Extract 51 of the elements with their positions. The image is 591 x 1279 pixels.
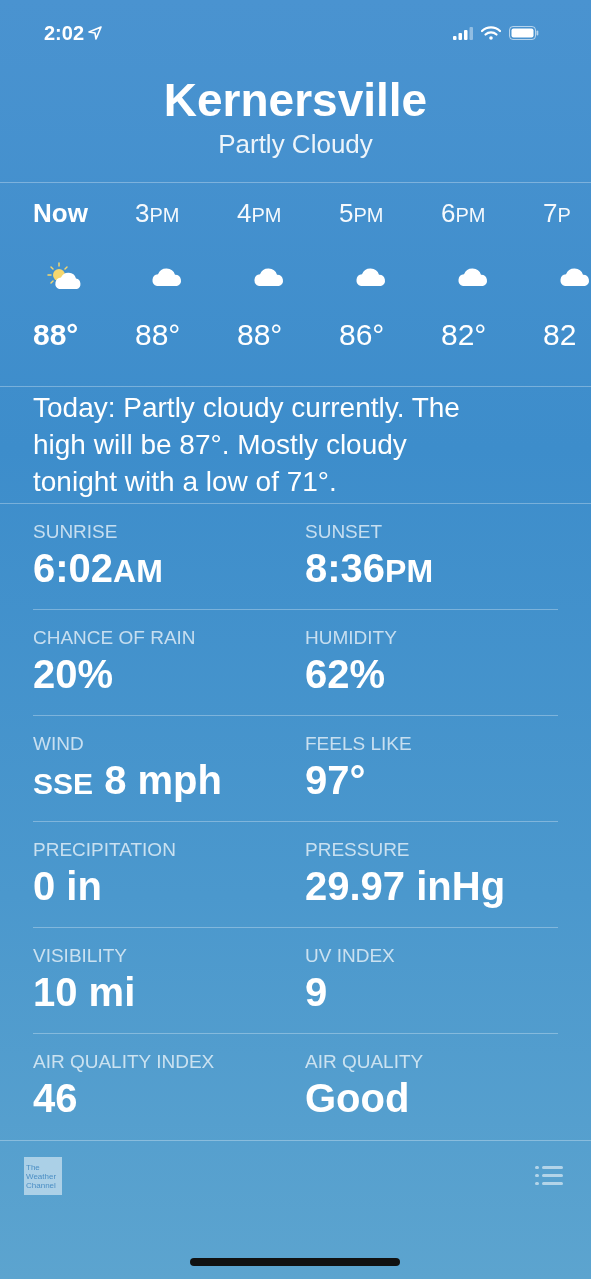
weather-channel-logo[interactable]: The Weather Channel [24, 1157, 62, 1195]
detail-label: HUMIDITY [305, 626, 398, 650]
hour-label: 4PM [237, 197, 282, 229]
detail-value: Good [305, 1075, 411, 1122]
list-icon[interactable] [535, 1165, 563, 1185]
cloud-icon [456, 265, 490, 287]
detail-label: FEELS LIKE [305, 732, 413, 756]
hour-temperature: 82° [441, 317, 487, 353]
hour-temperature: 88° [135, 317, 181, 353]
detail-value: 29.97 inHg [305, 863, 507, 910]
detail-value: 46 [33, 1075, 79, 1122]
detail-label: SUNSET [305, 520, 384, 544]
detail-label: WIND [33, 732, 85, 756]
cloud-icon [354, 265, 388, 287]
detail-value: SSE 8 mph [33, 757, 223, 804]
detail-label: AIR QUALITY [305, 1050, 425, 1074]
wifi-icon [481, 26, 501, 40]
detail-value: 62% [305, 651, 387, 698]
detail-value: 8:36PM [305, 545, 435, 592]
cloud-icon [150, 265, 184, 287]
detail-value: 10 mi [33, 969, 137, 1016]
hour-label: 5PM [339, 197, 384, 229]
hour-temperature: 86° [339, 317, 385, 353]
signal-icon [453, 26, 473, 40]
forecast-summary: Today: Partly cloudy currently. The high will be 87°. Mostly cloudy tonight with a low of 71°. [32, 391, 461, 499]
detail-label: CHANCE OF RAIN [33, 626, 197, 650]
detail-label: VISIBILITY [33, 944, 128, 968]
detail-value: 9 [305, 969, 329, 1016]
city-name: Kernersville [163, 73, 428, 128]
battery-icon [509, 26, 539, 40]
hour-label: 6PM [441, 197, 486, 229]
detail-label: UV INDEX [305, 944, 396, 968]
detail-label: AIR QUALITY INDEX [33, 1050, 216, 1074]
hour-temperature: 82 [543, 317, 577, 353]
hour-temperature: 88° [33, 317, 79, 353]
cloud-icon [252, 265, 286, 287]
detail-value: 0 in [33, 863, 103, 910]
status-time: 2:02 [44, 21, 85, 46]
detail-value: 6:02AM [33, 545, 164, 592]
detail-label: SUNRISE [33, 520, 119, 544]
hour-temperature: 88° [237, 317, 283, 353]
cloud-icon [558, 265, 591, 287]
location-arrow-icon [88, 26, 103, 40]
hour-label: 3PM [135, 197, 180, 229]
hour-label: 7P [543, 197, 571, 229]
detail-label: PRECIPITATION [33, 838, 177, 862]
detail-value: 97° [305, 757, 367, 804]
condition-text: Partly Cloudy [218, 128, 373, 160]
detail-label: PRESSURE [305, 838, 411, 862]
hour-label: Now [33, 197, 88, 229]
detail-value: 20% [33, 651, 115, 698]
